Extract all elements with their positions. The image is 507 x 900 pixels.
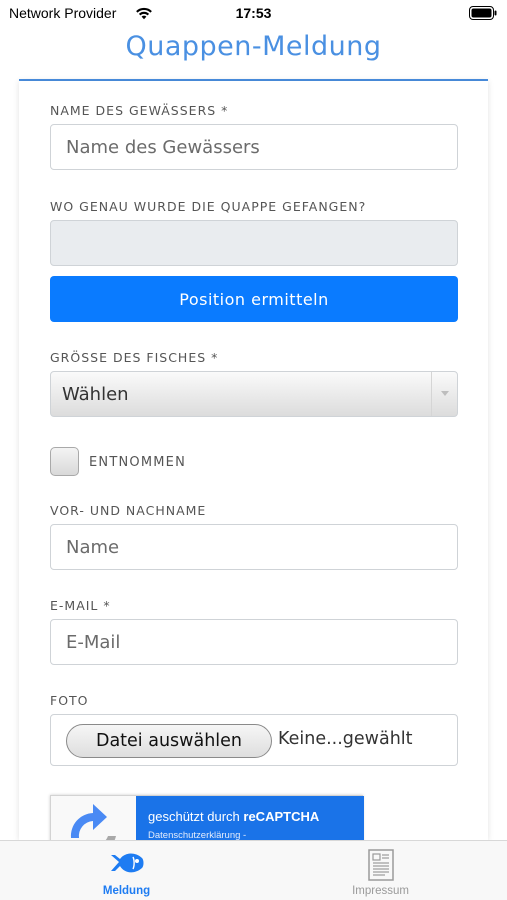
recaptcha-badge[interactable]: geschützt durch reCAPTCHA Datenschutzerk… <box>50 795 364 841</box>
status-time: 17:53 <box>235 5 272 21</box>
location-input[interactable] <box>50 220 458 266</box>
removed-checkbox-label: ENTNOMMEN <box>89 455 187 470</box>
document-icon <box>367 849 394 881</box>
tab-impressum[interactable]: Impressum <box>254 841 507 900</box>
fish-size-select[interactable]: Wählen <box>50 371 458 417</box>
status-bar: Network Provider 17:53 <box>0 0 507 28</box>
recaptcha-panel: geschützt durch reCAPTCHA Datenschutzerk… <box>136 796 364 841</box>
removed-checkbox[interactable] <box>50 447 79 476</box>
email-field[interactable]: E-Mail <box>50 619 458 665</box>
chevron-down-icon <box>431 372 457 416</box>
choose-file-button[interactable]: Datei auswählen <box>66 724 272 758</box>
report-form: NAME DES GEWÄSSERS * Name des Gewässers … <box>19 81 488 841</box>
tab-meldung[interactable]: Meldung <box>0 841 253 900</box>
photo-file-input: Datei auswählen Keine...gewählt <box>50 714 458 766</box>
tab-bar: Meldung Impressum <box>0 840 507 900</box>
water-name-input[interactable]: Name des Gewässers <box>50 124 458 170</box>
full-name-input[interactable]: Name <box>50 524 458 570</box>
water-name-label: NAME DES GEWÄSSERS * <box>50 103 229 118</box>
tab-meldung-label: Meldung <box>102 885 151 897</box>
recaptcha-brand: reCAPTCHA <box>243 809 320 824</box>
fish-size-selected-value: Wählen <box>62 383 129 405</box>
get-position-button[interactable]: Position ermitteln <box>50 276 458 322</box>
fish-size-label: GRÖSSE DES FISCHES * <box>50 350 219 365</box>
tab-impressum-label: Impressum <box>352 885 409 897</box>
photo-label: FOTO <box>50 693 89 708</box>
page-title: Quappen-Meldung <box>125 31 382 62</box>
email-label: E-MAIL * <box>50 598 111 613</box>
file-status-text: Keine...gewählt <box>278 729 413 749</box>
recaptcha-logo-icon <box>51 796 136 841</box>
fish-icon <box>110 853 143 873</box>
full-name-label: VOR- UND NACHNAME <box>50 503 207 518</box>
recaptcha-protected-text: geschützt durch reCAPTCHA <box>148 809 320 824</box>
location-label: WO GENAU WURDE DIE QUAPPE GEFANGEN? <box>50 199 367 214</box>
battery-icon <box>469 6 497 20</box>
